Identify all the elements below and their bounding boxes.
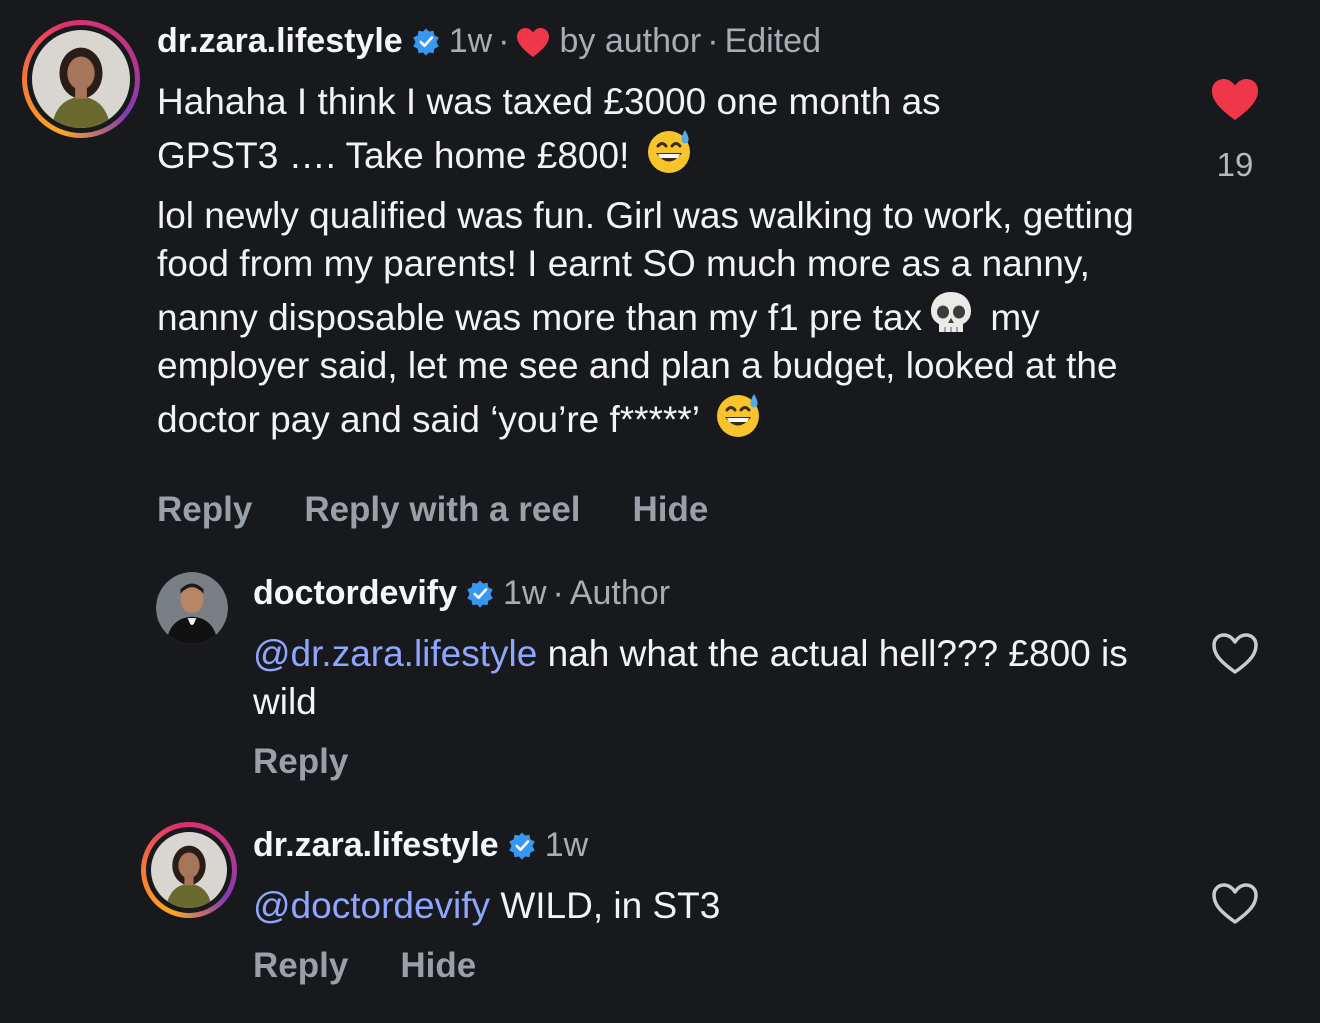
reply-button[interactable]: Reply bbox=[157, 490, 252, 530]
heart-outline-icon[interactable] bbox=[1211, 882, 1259, 926]
like-control bbox=[1210, 632, 1260, 676]
avatar-image bbox=[151, 832, 227, 908]
username[interactable]: dr.zara.lifestyle bbox=[157, 22, 403, 61]
comment-paragraph: lol newly qualified was fun. Girl was wa… bbox=[157, 195, 1134, 338]
liked-by-author-label: by author bbox=[559, 22, 702, 60]
comment-header: doctordevify 1w · Author bbox=[253, 574, 670, 613]
like-control bbox=[1210, 882, 1260, 926]
comment-text: @dr.zara.lifestyle nah what the actual h… bbox=[253, 630, 1153, 726]
mention-link[interactable]: @dr.zara.lifestyle bbox=[253, 633, 537, 674]
verified-badge-icon bbox=[508, 832, 535, 859]
comment-line: GPST3 …. Take home £800! bbox=[157, 135, 630, 176]
edited-label: Edited bbox=[724, 22, 821, 60]
heart-outline-icon[interactable] bbox=[1211, 632, 1259, 676]
hide-button[interactable]: Hide bbox=[400, 946, 476, 986]
comment-actions: Reply Hide bbox=[253, 946, 528, 986]
grinning-sweat-emoji bbox=[716, 394, 759, 437]
skull-emoji bbox=[931, 292, 972, 332]
comment-line: Hahaha I think I was taxed £3000 one mon… bbox=[157, 81, 941, 122]
like-count: 19 bbox=[1216, 146, 1254, 183]
verified-badge-icon bbox=[412, 28, 439, 55]
comment-actions: Reply bbox=[253, 742, 400, 782]
timestamp: 1w bbox=[503, 574, 547, 612]
timestamp: 1w bbox=[544, 826, 589, 864]
author-label: Author bbox=[569, 574, 671, 612]
like-control: 19 bbox=[1210, 78, 1260, 184]
separator-dot: · bbox=[552, 574, 564, 612]
reply-button[interactable]: Reply bbox=[253, 742, 348, 782]
avatar-image bbox=[32, 30, 130, 128]
separator-dot: · bbox=[498, 22, 510, 60]
comment-header: dr.zara.lifestyle 1w · by author · Edite… bbox=[157, 22, 821, 61]
username[interactable]: doctordevify bbox=[253, 574, 457, 613]
grinning-sweat-emoji bbox=[647, 130, 690, 173]
heart-filled-icon[interactable] bbox=[1211, 78, 1259, 122]
avatar[interactable] bbox=[156, 572, 228, 644]
hide-button[interactable]: Hide bbox=[633, 490, 709, 530]
reply-button[interactable]: Reply bbox=[253, 946, 348, 986]
timestamp: 1w bbox=[448, 22, 493, 60]
comment-text: Hahaha I think I was taxed £3000 one mon… bbox=[157, 78, 1167, 444]
heart-filled-icon bbox=[517, 27, 550, 57]
reply-with-reel-button[interactable]: Reply with a reel bbox=[304, 490, 580, 530]
avatar[interactable] bbox=[22, 20, 140, 138]
comment-body: WILD, in ST3 bbox=[500, 885, 721, 926]
comment-header: dr.zara.lifestyle 1w bbox=[253, 826, 588, 865]
username[interactable]: dr.zara.lifestyle bbox=[253, 826, 499, 865]
verified-badge-icon bbox=[467, 580, 493, 607]
avatar-image bbox=[156, 572, 228, 644]
mention-link[interactable]: @doctordevify bbox=[253, 885, 490, 926]
avatar[interactable] bbox=[141, 822, 237, 918]
comment-text: @doctordevify WILD, in ST3 bbox=[253, 882, 1153, 930]
comment-actions: Reply Reply with a reel Hide bbox=[157, 490, 760, 530]
separator-dot: · bbox=[707, 22, 719, 60]
